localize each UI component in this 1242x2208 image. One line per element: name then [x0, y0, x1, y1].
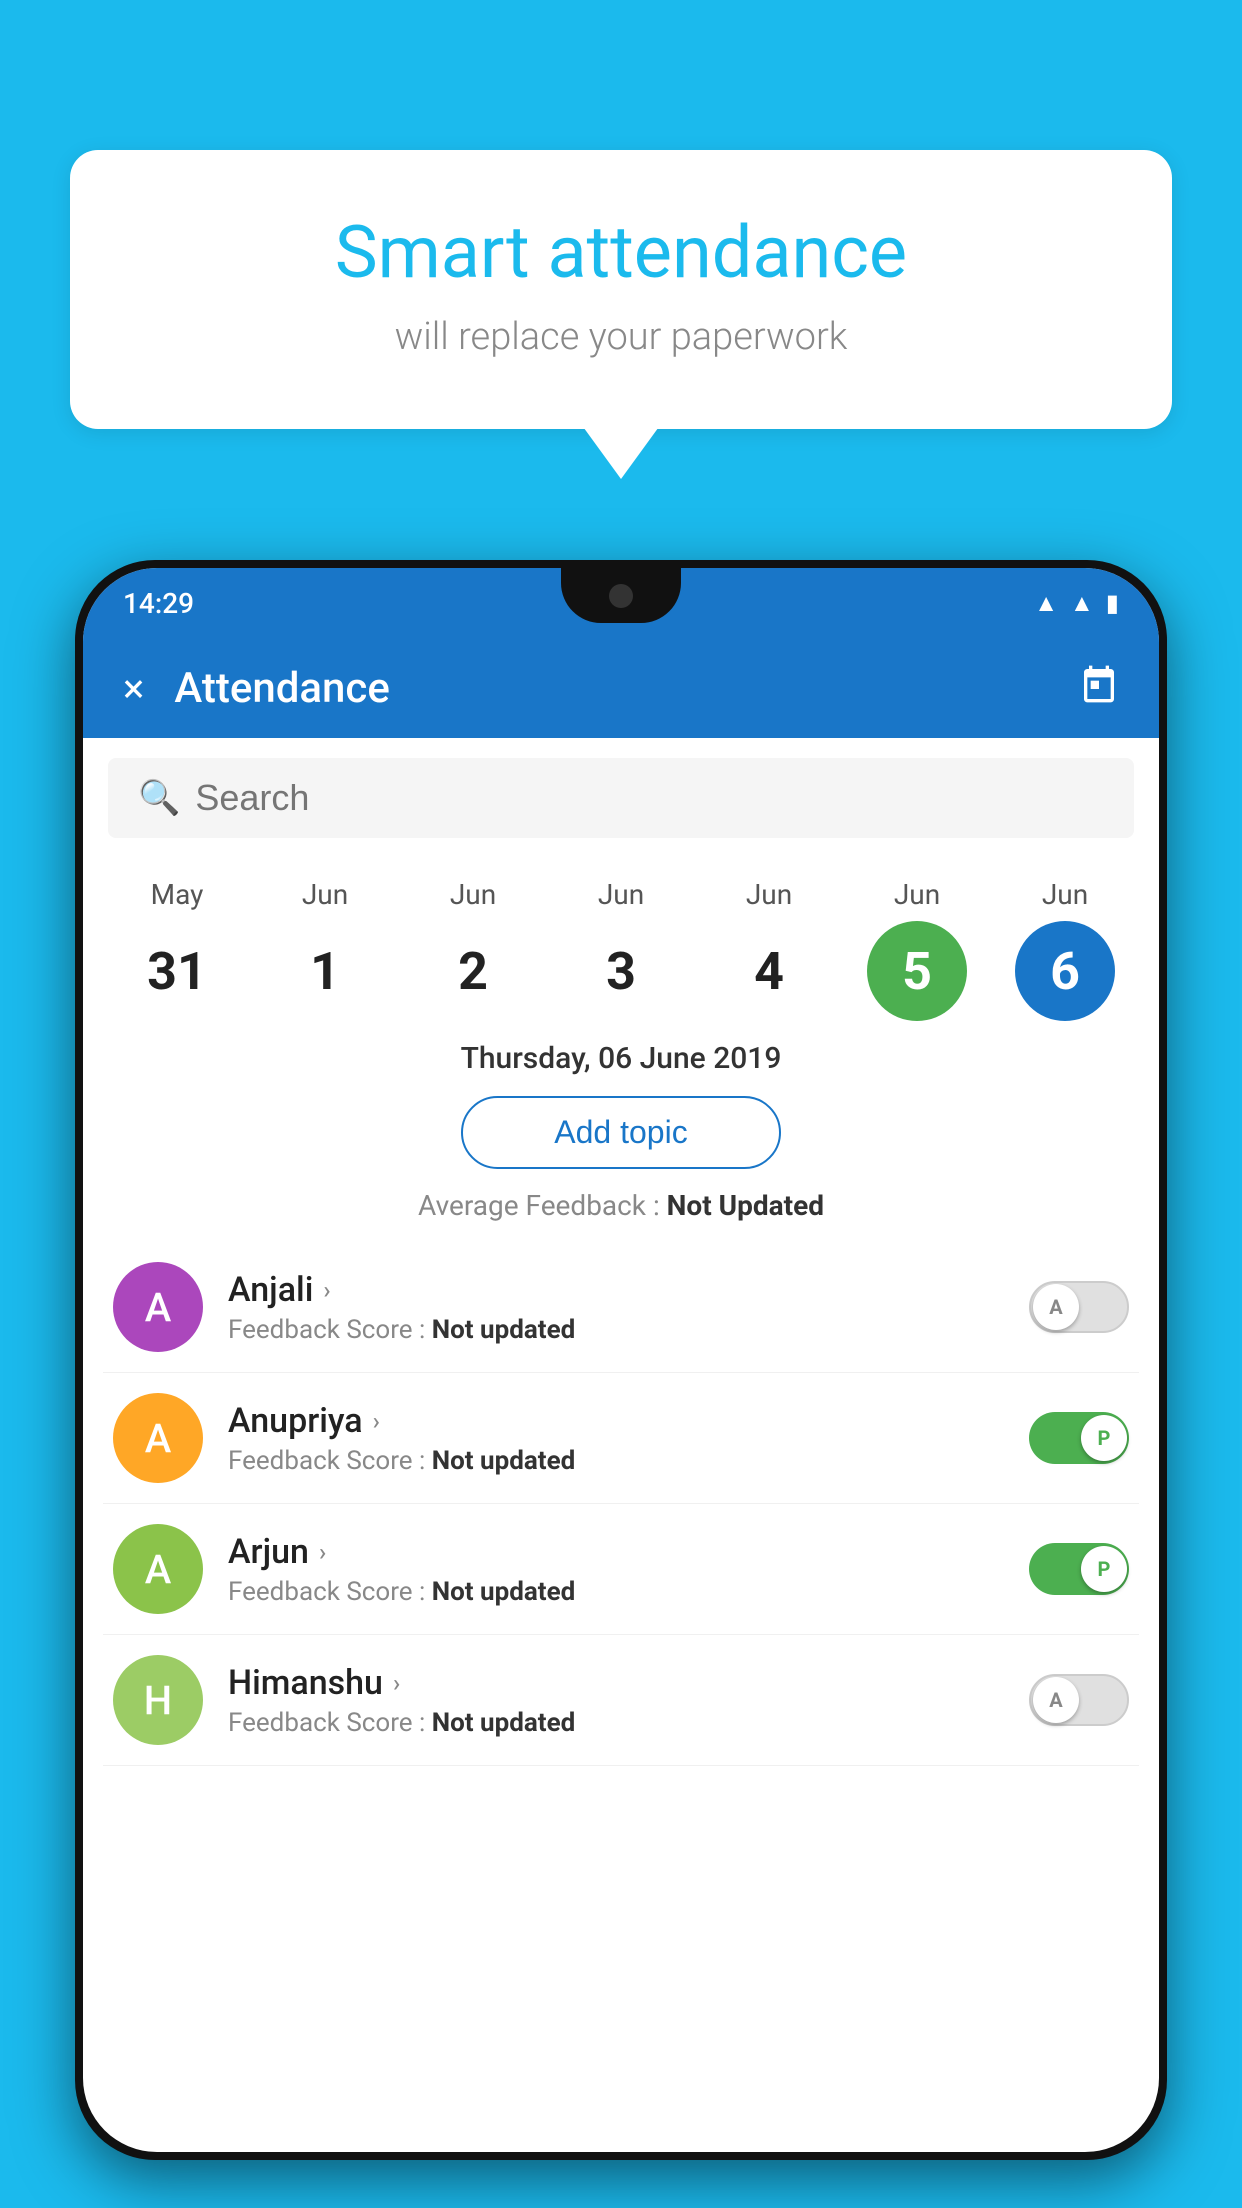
date-number[interactable]: 3 [571, 921, 671, 1021]
average-feedback-value: Not Updated [667, 1189, 824, 1222]
selected-date-label: Thursday, 06 June 2019 [83, 1021, 1159, 1086]
app-header: × Attendance [83, 638, 1159, 738]
date-number[interactable]: 1 [275, 921, 375, 1021]
date-month: Jun [302, 878, 348, 911]
date-item[interactable]: May 31 [112, 878, 242, 1021]
student-feedback: Feedback Score : Not updated [228, 1577, 1029, 1607]
date-number[interactable]: 4 [719, 921, 819, 1021]
date-month: Jun [894, 878, 940, 911]
notch-camera [609, 584, 633, 608]
date-item[interactable]: Jun 4 [704, 878, 834, 1021]
search-icon: 🔍 [138, 778, 180, 818]
notch [561, 568, 681, 623]
student-info: Anjali › Feedback Score : Not updated [228, 1270, 1029, 1345]
search-input[interactable] [195, 777, 1104, 819]
date-month: May [151, 878, 204, 911]
date-item[interactable]: Jun 6 [1000, 878, 1130, 1021]
student-info: Anupriya › Feedback Score : Not updated [228, 1401, 1029, 1476]
average-feedback: Average Feedback : Not Updated [83, 1179, 1159, 1242]
student-feedback: Feedback Score : Not updated [228, 1446, 1029, 1476]
status-bar: 14:29 ▲ ▲ ▮ [83, 568, 1159, 638]
list-item[interactable]: A Arjun › Feedback Score : Not updatedP [103, 1504, 1139, 1635]
avatar: A [113, 1262, 203, 1352]
attendance-toggle[interactable]: P [1029, 1412, 1129, 1464]
date-number[interactable]: 6 [1015, 921, 1115, 1021]
wifi-icon: ▲ [1034, 589, 1058, 618]
signal-icon: ▲ [1070, 589, 1094, 618]
student-name: Himanshu › [228, 1663, 1029, 1703]
phone-frame: 14:29 ▲ ▲ ▮ × Attendance 🔍 May [75, 560, 1167, 2160]
date-item[interactable]: Jun 1 [260, 878, 390, 1021]
date-month: Jun [450, 878, 496, 911]
student-info: Arjun › Feedback Score : Not updated [228, 1532, 1029, 1607]
student-info: Himanshu › Feedback Score : Not updated [228, 1663, 1029, 1738]
attendance-toggle[interactable]: A [1029, 1281, 1129, 1333]
student-name: Anupriya › [228, 1401, 1029, 1441]
close-button[interactable]: × [123, 665, 144, 712]
date-number[interactable]: 31 [127, 921, 227, 1021]
calendar-button[interactable] [1079, 664, 1119, 713]
status-icons: ▲ ▲ ▮ [1034, 589, 1119, 618]
speech-bubble-title: Smart attendance [150, 210, 1092, 295]
attendance-toggle[interactable]: A [1029, 1674, 1129, 1726]
avatar: A [113, 1524, 203, 1614]
speech-bubble-container: Smart attendance will replace your paper… [70, 150, 1172, 429]
list-item[interactable]: AAnjali ›Feedback Score : Not updatedA [103, 1242, 1139, 1373]
avatar: H [113, 1655, 203, 1745]
battery-icon: ▮ [1106, 589, 1119, 617]
date-number[interactable]: 5 [867, 921, 967, 1021]
add-topic-button[interactable]: Add topic [461, 1096, 781, 1169]
date-item[interactable]: Jun 3 [556, 878, 686, 1021]
student-feedback: Feedback Score : Not updated [228, 1708, 1029, 1738]
speech-bubble-subtitle: will replace your paperwork [150, 315, 1092, 359]
chevron-right-icon: › [319, 1538, 326, 1566]
date-item[interactable]: Jun 5 [852, 878, 982, 1021]
list-item[interactable]: A Anupriya › Feedback Score : Not updatedP [103, 1373, 1139, 1504]
speech-bubble: Smart attendance will replace your paper… [70, 150, 1172, 429]
page-title: Attendance [174, 664, 1079, 713]
status-time: 14:29 [123, 587, 194, 620]
average-feedback-label: Average Feedback : [418, 1189, 667, 1222]
student-list: AAnjali ›Feedback Score : Not updatedAAA… [83, 1242, 1159, 1766]
chevron-right-icon: › [393, 1669, 400, 1697]
chevron-right-icon: › [373, 1407, 380, 1435]
date-item[interactable]: Jun 2 [408, 878, 538, 1021]
attendance-toggle[interactable]: P [1029, 1543, 1129, 1595]
avatar: A [113, 1393, 203, 1483]
student-name: Arjun › [228, 1532, 1029, 1572]
date-month: Jun [1042, 878, 1088, 911]
student-feedback: Feedback Score : Not updated [228, 1315, 1029, 1345]
phone-inner: 14:29 ▲ ▲ ▮ × Attendance 🔍 May [83, 568, 1159, 2152]
date-number[interactable]: 2 [423, 921, 523, 1021]
student-name: Anjali › [228, 1270, 1029, 1310]
date-month: Jun [746, 878, 792, 911]
date-month: Jun [598, 878, 644, 911]
search-container[interactable]: 🔍 [108, 758, 1134, 838]
list-item[interactable]: H Himanshu › Feedback Score : Not updatedA [103, 1635, 1139, 1766]
chevron-right-icon: › [323, 1276, 330, 1304]
date-strip: May 31 Jun 1 Jun 2 Jun 3 Jun 4 Jun 5 Jun 6 [83, 858, 1159, 1021]
